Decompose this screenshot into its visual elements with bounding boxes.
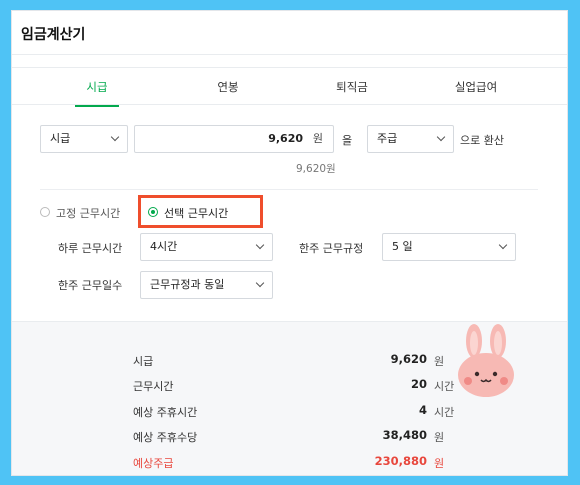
wage-calculator-panel: 임금계산기 시급 연봉 퇴직금 실업급여 시급 9,620 원 을 주급 으로 … [11,10,568,476]
chevron-down-icon [255,278,265,288]
result-label-holiday-hours: 예상 주휴시간 [133,406,198,419]
annotation-highlight-box [138,195,263,228]
target-select[interactable]: 주급 [367,125,454,153]
daily-hours-label: 하루 근무시간 [58,242,123,255]
tab-annual[interactable]: 연봉 [206,68,250,106]
result-value-holiday-pay: 38,480 [382,428,427,442]
result-value-weekly-pay: 230,880 [374,454,427,468]
particle-text: 을 [342,134,353,147]
amount-unit: 원 [312,132,323,145]
convert-suffix: 으로 환산 [460,134,504,147]
divider [40,189,538,190]
weekly-days-label: 한주 근무일수 [58,279,123,292]
daily-hours-value: 4시간 [150,240,178,253]
result-unit-holiday-hours: 시간 [434,406,455,419]
result-value-hourly: 9,620 [390,352,427,366]
title-bar: 임금계산기 [12,11,567,55]
result-label-hourly: 시급 [133,355,154,368]
weekly-rule-label: 한주 근무규정 [299,242,364,255]
amount-hint: 9,620원 [296,163,336,175]
tab-hourly[interactable]: 시급 [75,68,119,107]
weekly-rule-value: 5 일 [392,240,413,253]
weekly-rule-select[interactable]: 5 일 [382,233,516,261]
result-value-hours: 20 [410,377,427,391]
weekly-days-value: 근무규정과 동일 [150,278,225,291]
tab-unemployment[interactable]: 실업급여 [444,68,508,106]
tab-bar: 시급 연봉 퇴직금 실업급여 [12,67,567,107]
chevron-down-icon [498,240,508,250]
amount-input[interactable]: 9,620 원 [134,125,334,153]
chevron-down-icon [110,132,120,142]
result-label-hours: 근무시간 [133,380,174,393]
chevron-down-icon [436,132,446,142]
result-value-holiday-hours: 4 [418,403,427,417]
weekly-days-select[interactable]: 근무규정과 동일 [140,271,273,299]
radio-fixed-hours[interactable] [40,207,50,217]
result-unit-weekly-pay: 원 [434,457,445,470]
result-label-holiday-pay: 예상 주휴수당 [133,431,198,444]
fixed-hours-label[interactable]: 고정 근무시간 [56,205,120,221]
unit-select[interactable]: 시급 [40,125,128,153]
tab-severance[interactable]: 퇴직금 [325,68,379,106]
bunny-sticker-icon [458,324,514,397]
unit-select-value: 시급 [50,132,71,145]
page-title: 임금계산기 [21,27,86,43]
chevron-down-icon [255,240,265,250]
result-unit-holiday-pay: 원 [434,431,445,444]
amount-value: 9,620 [268,132,303,145]
daily-hours-select[interactable]: 4시간 [140,233,273,261]
target-select-value: 주급 [377,132,398,145]
result-label-weekly-pay: 예상주급 [133,457,174,470]
result-unit-hourly: 원 [434,355,445,368]
